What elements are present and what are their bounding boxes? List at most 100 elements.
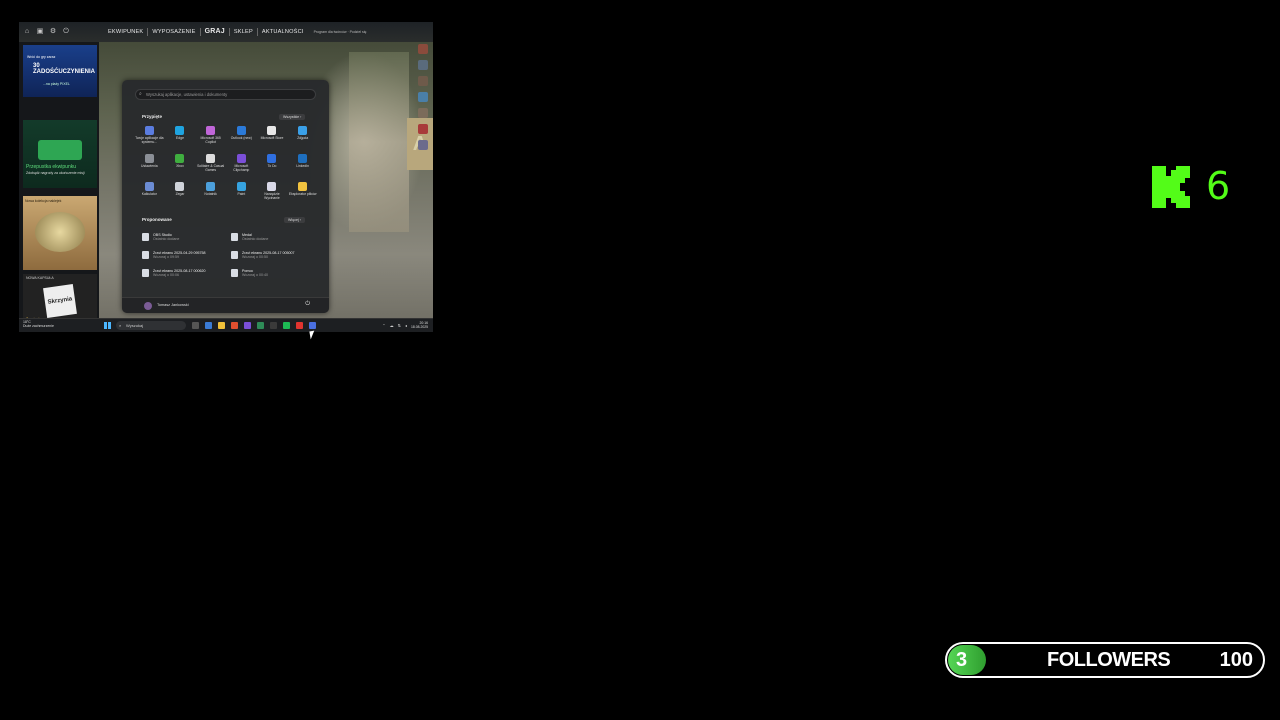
card-title: NOWA KAPSUŁA bbox=[26, 276, 54, 280]
pinned-app[interactable]: Microsoft Store bbox=[257, 126, 288, 150]
nav-store[interactable]: SKLEP bbox=[230, 28, 258, 36]
power-icon[interactable]: ⏻ bbox=[305, 301, 310, 308]
app-icon bbox=[175, 154, 185, 163]
more-button[interactable]: Więcej › bbox=[284, 217, 305, 223]
app-icon bbox=[236, 126, 246, 135]
pinned-app[interactable]: Microsoft 365 Copilot bbox=[195, 126, 226, 150]
power-icon[interactable]: ⏻ bbox=[62, 28, 70, 36]
chevron-up-icon[interactable]: ⌃ bbox=[382, 323, 385, 328]
windows-start-icon[interactable] bbox=[104, 322, 111, 329]
promo-card-stickers[interactable]: Nowa kolekcja naklejek bbox=[23, 196, 97, 270]
taskbar-app-icon[interactable] bbox=[257, 322, 264, 329]
pinned-app[interactable]: Notatnik bbox=[195, 182, 226, 206]
start-search-input[interactable]: ⌕ Wyszukaj aplikacje, ustawienia i dokum… bbox=[135, 89, 316, 100]
top-bar-icons: ⌂ ▣ ⚙ ⏻ bbox=[19, 28, 70, 36]
pinned-app[interactable]: Zdjęcia bbox=[287, 126, 318, 150]
top-bar-small-text: Program dla twórców · Podziel się bbox=[313, 30, 367, 34]
app-icon bbox=[298, 154, 308, 163]
pinned-heading: Przypięte bbox=[142, 114, 163, 119]
all-apps-button[interactable]: Wszystkie › bbox=[279, 114, 306, 120]
pinned-app[interactable]: Outlook (new) bbox=[226, 126, 257, 150]
recommended-item[interactable]: OBS Studio Ostatnio dodane bbox=[142, 233, 225, 247]
friend-avatar[interactable] bbox=[418, 76, 428, 86]
pinned-app[interactable]: To Do bbox=[257, 154, 288, 178]
nav-inventory[interactable]: EKWIPUNEK bbox=[104, 28, 149, 36]
recommended-text: Zrzut ekranu 2025-08-17 005007 Wczoraj o … bbox=[242, 251, 295, 260]
taskbar-app-icon[interactable] bbox=[244, 322, 251, 329]
recommended-title: OBS Studio bbox=[153, 233, 172, 237]
taskbar-app-icon[interactable] bbox=[231, 322, 238, 329]
pinned-app[interactable]: Microsoft Clipchamp bbox=[226, 154, 257, 178]
recommended-item[interactable]: Zrzut ekranu 2025-08-17 005007 Wczoraj o … bbox=[231, 251, 314, 265]
follower-label: FOLLOWERS bbox=[1047, 649, 1171, 671]
app-label: Kalkulator bbox=[141, 192, 157, 196]
pinned-app[interactable]: Ustawienia bbox=[134, 154, 165, 178]
pinned-app[interactable]: Paint bbox=[226, 182, 257, 206]
clock[interactable]: 20:16 18.08.2025 bbox=[411, 321, 428, 329]
nav-loadout[interactable]: WYPOSAŻENIE bbox=[148, 28, 201, 36]
pinned-app[interactable]: Zegar bbox=[165, 182, 196, 206]
user-avatar[interactable] bbox=[144, 302, 152, 310]
nav-news[interactable]: AKTUALNOŚCI bbox=[258, 28, 308, 36]
app-icon bbox=[267, 154, 277, 163]
pinned-app[interactable]: LinkedIn bbox=[287, 154, 318, 178]
search-icon: ⌕ bbox=[139, 91, 142, 97]
pinned-app[interactable]: Solitaire & Casual Games bbox=[195, 154, 226, 178]
recommended-heading: Proponowane bbox=[142, 217, 172, 222]
taskbar-app-icon[interactable] bbox=[192, 322, 199, 329]
gear-icon[interactable]: ⚙ bbox=[49, 28, 57, 36]
taskbar-app-icon[interactable] bbox=[296, 322, 303, 329]
friend-avatar[interactable] bbox=[418, 124, 428, 134]
taskbar-app-icon[interactable] bbox=[218, 322, 225, 329]
app-label: Microsoft 365 Copilot bbox=[200, 136, 221, 144]
app-icon bbox=[175, 182, 185, 191]
volume-icon[interactable]: ◂ bbox=[405, 323, 407, 328]
taskbar-search-input[interactable]: ⌕ Wyszukaj bbox=[116, 321, 186, 330]
promo-card-pass[interactable]: Przepustka ekwipunku Zdobądź nagrody za … bbox=[23, 120, 97, 188]
file-icon bbox=[142, 269, 149, 277]
pinned-app[interactable]: Edge bbox=[165, 126, 196, 150]
clock-date: 18.08.2025 bbox=[411, 325, 428, 329]
weather-widget[interactable]: 18°C Duże zachmurzenie bbox=[23, 320, 54, 328]
pinned-app[interactable]: Xbox bbox=[165, 154, 196, 178]
taskbar-app-icon[interactable] bbox=[283, 322, 290, 329]
cloud-icon[interactable]: ☁ bbox=[390, 323, 394, 328]
network-icon[interactable]: ⇅ bbox=[398, 323, 401, 328]
recommended-text: Zrzut ekranu 2025-04-29 095758 Wczoraj o … bbox=[153, 251, 206, 260]
card-caption: Nowa kolekcja naklejek bbox=[25, 199, 62, 203]
recommended-item[interactable]: Medal Ostatnio dodane bbox=[231, 233, 314, 247]
recommended-sub: Wczoraj o 00:40 bbox=[242, 273, 268, 278]
search-icon: ⌕ bbox=[119, 323, 122, 328]
follower-goal-bar: 3 FOLLOWERS 100 bbox=[945, 642, 1265, 678]
card-title: 30 ZADOŚĆUCZYNIENIA bbox=[33, 63, 96, 75]
app-icon bbox=[206, 154, 216, 163]
recommended-item[interactable]: Zrzut ekranu 2025-04-29 095758 Wczoraj o … bbox=[142, 251, 225, 265]
app-label: Solitaire & Casual Games bbox=[197, 164, 225, 172]
app-icon bbox=[175, 126, 185, 135]
friend-avatar[interactable] bbox=[418, 60, 428, 70]
recommended-text: Pomoc Wczoraj o 00:40 bbox=[242, 269, 268, 278]
pinned-app[interactable]: Eksplorator plików bbox=[287, 182, 318, 206]
app-icon bbox=[206, 182, 216, 191]
taskbar-app-icon[interactable] bbox=[205, 322, 212, 329]
taskbar-app-icon[interactable] bbox=[309, 322, 316, 329]
follower-goal: 100 bbox=[1219, 649, 1253, 671]
nav-play[interactable]: GRAJ bbox=[201, 28, 230, 36]
friend-avatar[interactable] bbox=[418, 140, 428, 150]
tv-icon[interactable]: ▣ bbox=[36, 28, 44, 36]
recommended-title: Pomoc bbox=[242, 269, 254, 273]
user-name[interactable]: Tomasz Jankowski bbox=[157, 303, 189, 307]
friend-avatar[interactable] bbox=[418, 92, 428, 102]
friend-avatar[interactable] bbox=[418, 108, 428, 118]
recommended-item[interactable]: Pomoc Wczoraj o 00:40 bbox=[231, 269, 314, 283]
pinned-app[interactable]: Kalkulator bbox=[134, 182, 165, 206]
recommended-item[interactable]: Zrzut ekranu 2025-08-17 000620 Wczoraj o … bbox=[142, 269, 225, 283]
app-icon bbox=[236, 182, 246, 191]
promo-card-event[interactable]: Wróć do gry zaraz 30 ZADOŚĆUCZYNIENIA ..… bbox=[23, 45, 97, 97]
pinned-app[interactable]: Narzędzie Wycinanie bbox=[257, 182, 288, 206]
home-icon[interactable]: ⌂ bbox=[23, 28, 31, 36]
pinned-app[interactable]: Twoje aplikacje dla systemu... bbox=[134, 126, 165, 150]
taskbar-app-icon[interactable] bbox=[270, 322, 277, 329]
friend-avatar[interactable] bbox=[418, 44, 428, 54]
recommended-sub: Ostatnio dodane bbox=[153, 237, 180, 242]
